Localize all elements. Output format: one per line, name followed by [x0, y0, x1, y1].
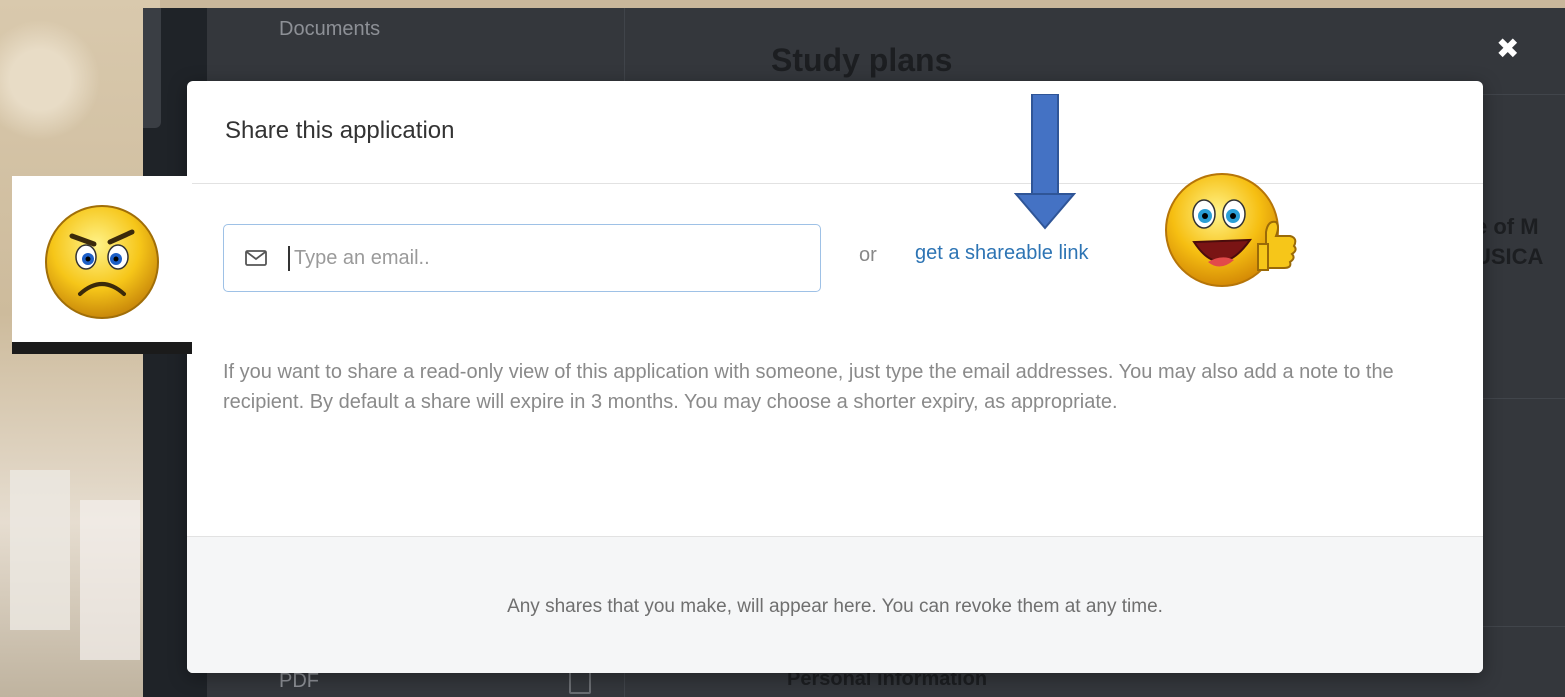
dialog-header: Share this application: [187, 81, 1483, 184]
shareable-link-button[interactable]: get a shareable link: [915, 242, 1088, 265]
image-caption-strip: [12, 342, 192, 354]
frowning-emoji-icon: [45, 205, 159, 319]
shares-empty-message: Any shares that you make, will appear he…: [507, 596, 1163, 617]
nav-item-documents[interactable]: Documents: [279, 18, 380, 41]
or-label: or: [859, 244, 877, 266]
frowning-emoji-card: [12, 176, 192, 354]
nav-item-pdf[interactable]: PDF: [279, 670, 319, 693]
close-icon[interactable]: ✖: [1496, 32, 1519, 65]
dialog-title: Share this application: [225, 117, 455, 144]
peek-text: e of M: [1475, 214, 1539, 239]
peek-text: USICA: [1475, 244, 1544, 269]
mail-icon: [245, 250, 267, 266]
email-field[interactable]: [223, 224, 821, 292]
arrow-down-icon: [1014, 94, 1076, 230]
background-panel: [80, 500, 140, 660]
page-title: Study plans: [771, 42, 953, 78]
pdf-icon: [569, 670, 591, 694]
help-text: If you want to share a read-only view of…: [223, 361, 1394, 413]
shares-footer: Any shares that you make, will appear he…: [187, 536, 1483, 673]
sidebar-tab: [143, 8, 161, 128]
background-panel: [10, 470, 70, 630]
email-input[interactable]: [288, 245, 816, 271]
thumbs-up-emoji-icon: [1165, 173, 1297, 287]
